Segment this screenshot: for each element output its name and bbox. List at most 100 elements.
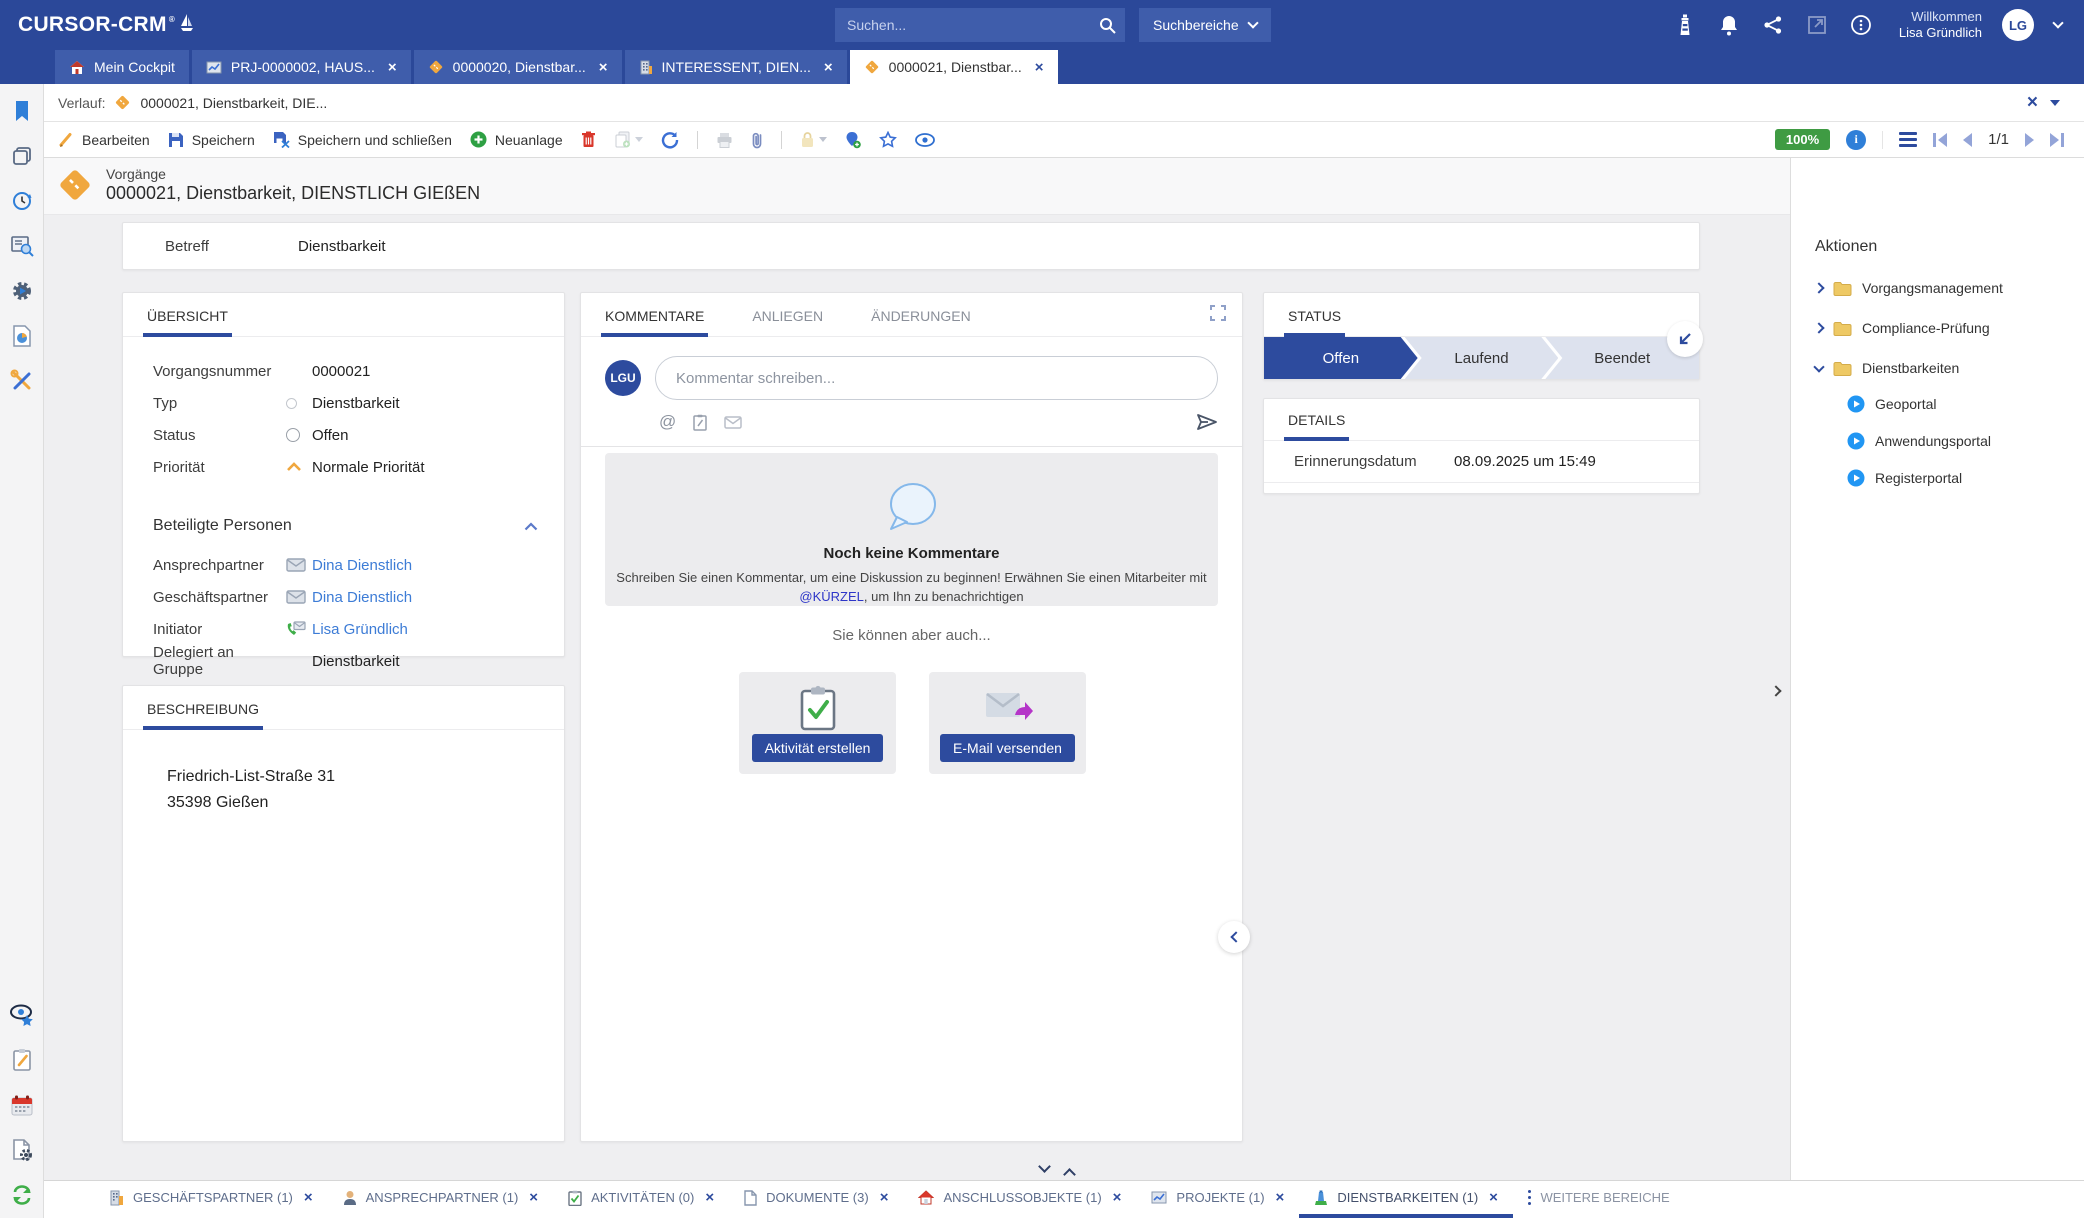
bottom-tab-aktivitaeten[interactable]: AKTIVITÄTEN (0) ×: [553, 1181, 729, 1218]
bottom-tab-dienstbarkeiten[interactable]: DIENSTBARKEITEN (1) ×: [1299, 1181, 1513, 1218]
status-step-laufend[interactable]: Laufend: [1405, 337, 1559, 379]
description-text[interactable]: Friedrich-List-Straße 31 35398 Gießen: [123, 730, 564, 817]
section-beteiligte-personen[interactable]: Beteiligte Personen: [123, 509, 564, 543]
tab-aenderungen[interactable]: ÄNDERUNGEN: [867, 308, 975, 337]
action-registerportal[interactable]: Registerportal: [1791, 469, 2084, 487]
notes-clipboard-icon[interactable]: [9, 1047, 35, 1073]
history-current-item[interactable]: 0000021, Dienstbarkeit, DIE...: [140, 95, 327, 111]
bottom-tab-projekte[interactable]: PROJEKTE (1) ×: [1136, 1181, 1299, 1218]
tab-close-icon[interactable]: ×: [304, 1189, 313, 1206]
new-record-button[interactable]: Neuanlage: [470, 131, 563, 148]
action-folder-dienstbarkeiten[interactable]: Dienstbarkeiten: [1791, 360, 2084, 376]
action-anwendungsportal[interactable]: Anwendungsportal: [1791, 432, 2084, 450]
notifications-bell-icon[interactable]: [1717, 13, 1741, 37]
user-menu-chevron-icon[interactable]: [2052, 17, 2063, 28]
previous-record-icon[interactable]: [1963, 133, 1972, 147]
favorite-star-icon[interactable]: [879, 131, 897, 148]
chevron-down-icon[interactable]: [1813, 361, 1824, 372]
create-activity-button[interactable]: Aktivität erstellen: [752, 734, 884, 762]
process-gear-icon[interactable]: [9, 278, 35, 304]
tab-projekt[interactable]: PRJ-0000002, HAUS... ×: [192, 50, 411, 84]
search-icon[interactable]: [1089, 8, 1125, 42]
tab-beschreibung[interactable]: BESCHREIBUNG: [143, 701, 263, 730]
tab-close-icon[interactable]: ×: [388, 59, 397, 76]
print-icon[interactable]: [716, 132, 733, 148]
calendar-icon[interactable]: [9, 1092, 35, 1118]
tab-mein-cockpit[interactable]: Mein Cockpit: [55, 50, 189, 84]
save-button[interactable]: Speichern: [168, 132, 255, 148]
field-value[interactable]: Offen: [312, 427, 348, 444]
search-scope-dropdown[interactable]: Suchbereiche: [1139, 8, 1271, 42]
save-close-button[interactable]: Speichern und schließen: [273, 131, 452, 148]
history-clock-icon[interactable]: [9, 188, 35, 214]
tab-close-icon[interactable]: ×: [529, 1189, 538, 1206]
tools-icon[interactable]: [9, 368, 35, 394]
chevron-right-icon[interactable]: [1813, 282, 1824, 293]
more-options-icon[interactable]: [1849, 13, 1873, 37]
bottom-tab-anschlussobjekte[interactable]: ANSCHLUSSOBJEKTE (1) ×: [903, 1181, 1136, 1218]
tab-vorgang-0000020[interactable]: 0000020, Dienstbar... ×: [414, 50, 622, 84]
subject-value[interactable]: Dienstbarkeit: [298, 238, 386, 255]
comment-mail-icon[interactable]: [724, 416, 742, 429]
status-step-offen[interactable]: Offen: [1264, 337, 1418, 379]
lighthouse-icon[interactable]: [1673, 13, 1697, 37]
field-value[interactable]: Normale Priorität: [312, 459, 425, 476]
status-collapse-arrow-icon[interactable]: [1667, 321, 1703, 357]
tab-close-icon[interactable]: ×: [599, 59, 608, 76]
next-record-icon[interactable]: [2025, 133, 2034, 147]
windows-stack-icon[interactable]: [9, 143, 35, 169]
tab-close-icon[interactable]: ×: [1113, 1189, 1122, 1206]
lock-dropdown-caret-icon[interactable]: [819, 137, 827, 142]
expand-actions-panel-handle[interactable]: [1768, 678, 1784, 702]
bottom-tab-geschaeftspartner[interactable]: GESCHÄFTSPARTNER (1) ×: [94, 1181, 328, 1218]
tab-status[interactable]: STATUS: [1284, 308, 1345, 337]
sync-arrows-icon[interactable]: [9, 1182, 35, 1208]
tab-kommentare[interactable]: KOMMENTARE: [601, 308, 708, 337]
lock-icon[interactable]: [800, 131, 827, 148]
tab-interessent[interactable]: INTERESSENT, DIEN... ×: [625, 50, 847, 84]
history-close-icon[interactable]: ×: [2027, 93, 2038, 112]
tab-uebersicht[interactable]: ÜBERSICHT: [143, 308, 232, 337]
copy-record-icon[interactable]: [614, 131, 643, 148]
reminder-value[interactable]: 08.09.2025 um 15:49: [1454, 453, 1596, 470]
info-icon[interactable]: i: [1846, 130, 1866, 150]
action-folder-compliance-pruefung[interactable]: Compliance-Prüfung: [1791, 320, 2084, 336]
person-link[interactable]: Dina Dienstlich: [312, 557, 412, 574]
comment-input[interactable]: [655, 356, 1218, 400]
bookmark-icon[interactable]: [9, 98, 35, 124]
attachment-icon[interactable]: [751, 131, 763, 149]
fullscreen-icon[interactable]: [1210, 305, 1226, 321]
record-search-icon[interactable]: [9, 233, 35, 259]
action-folder-vorgangsmanagement[interactable]: Vorgangsmanagement: [1791, 280, 2084, 296]
refresh-icon[interactable]: [661, 131, 679, 149]
report-document-icon[interactable]: [9, 323, 35, 349]
edit-button[interactable]: Bearbeiten: [58, 132, 150, 148]
user-avatar[interactable]: LG: [2002, 9, 2034, 41]
search-input[interactable]: [835, 17, 1089, 33]
tab-close-icon[interactable]: ×: [880, 1189, 889, 1206]
share-icon[interactable]: [1761, 13, 1785, 37]
tab-close-icon[interactable]: ×: [705, 1189, 714, 1206]
checkout-pin-icon[interactable]: [845, 131, 861, 149]
action-geoportal[interactable]: Geoportal: [1791, 395, 2084, 413]
mention-link[interactable]: @KÜRZEL: [799, 589, 864, 604]
tab-anliegen[interactable]: ANLIEGEN: [748, 308, 827, 337]
delete-icon[interactable]: [581, 131, 596, 148]
bottom-tab-dokumente[interactable]: DOKUMENTE (3) ×: [729, 1181, 903, 1218]
last-record-icon[interactable]: [2050, 133, 2064, 147]
comment-template-icon[interactable]: [693, 414, 707, 431]
person-link[interactable]: Lisa Gründlich: [312, 621, 408, 638]
collapse-chevron-icon[interactable]: [524, 522, 538, 531]
mention-at-icon[interactable]: @: [659, 412, 676, 432]
tab-close-icon[interactable]: ×: [1276, 1189, 1285, 1206]
chevron-right-icon[interactable]: [1813, 322, 1824, 333]
send-email-button[interactable]: E-Mail versenden: [940, 734, 1075, 762]
collapse-up-icon[interactable]: [1063, 1168, 1076, 1181]
field-value[interactable]: Dienstbarkeit: [312, 653, 400, 670]
person-link[interactable]: Dina Dienstlich: [312, 589, 412, 606]
external-link-icon[interactable]: [1805, 13, 1829, 37]
tab-vorgang-0000021-active[interactable]: 0000021, Dienstbar... ×: [850, 50, 1058, 84]
document-settings-icon[interactable]: [9, 1137, 35, 1163]
list-menu-icon[interactable]: [1899, 132, 1917, 147]
tab-details[interactable]: DETAILS: [1284, 412, 1349, 441]
